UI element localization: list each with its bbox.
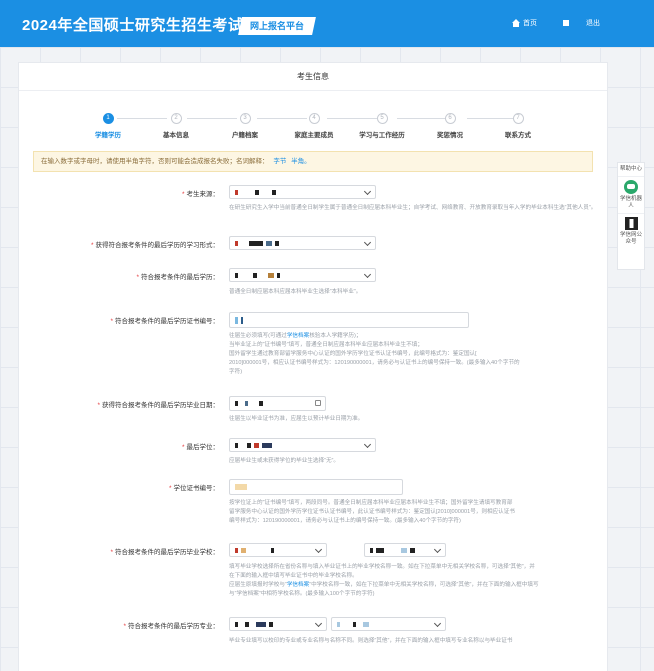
step-number: 3 (239, 113, 251, 124)
logout-label: 退出 (586, 20, 600, 27)
chevron-down-icon (363, 238, 372, 247)
page-title: 考生信息 (19, 63, 607, 91)
degree-type-select[interactable] (229, 438, 376, 452)
field-help: 应届毕业生或未获得学位的毕业生选择“无”。 (229, 458, 340, 464)
major-category-select[interactable] (229, 617, 327, 631)
step-5[interactable]: 5 学习与工作经历 (347, 113, 417, 139)
step-number: 4 (308, 113, 320, 124)
home-label: 首页 (523, 20, 537, 27)
robot-button[interactable]: 学信机器人 (618, 177, 644, 214)
wechat-account-label: 学信网公众号 (619, 232, 642, 245)
step-label: 奖惩情况 (437, 132, 463, 139)
field-label: * 学位证书编号： (168, 485, 219, 492)
step-1[interactable]: 1 学籍学历 (73, 113, 143, 139)
step-number: 2 (170, 113, 182, 124)
chevron-down-icon (314, 545, 323, 554)
help-center-button[interactable]: 帮助中心 (618, 163, 644, 177)
student-info-card: 考生信息 1 学籍学历 2 基本信息 3 户籍档案 4 家庭主要成员 5 学习与… (18, 62, 608, 671)
step-label: 家庭主要成员 (294, 132, 334, 139)
field-label: * 符合报考条件的最后学历毕业学校： (110, 549, 219, 556)
last-degree-select[interactable] (229, 268, 376, 282)
field-help: 在研生研究生入学中当前普通全日制学生属于普通全日制应届本科毕业生；自学考试、网络… (229, 205, 597, 211)
logout-link[interactable]: 退出 (563, 18, 600, 28)
input-notice: 在输入数字或字母时，请使用半角字符，否则可能会造成报名失败；名词解释： 字节 半… (33, 151, 593, 172)
xuexin-archive-link[interactable]: 学信档案 (287, 582, 309, 588)
field-help: 往届生必须填写(可通过学信档案核验本人学籍学历)； 当毕业证上的“证书编号”填写… (229, 333, 520, 375)
notice-link-halfwidth[interactable]: 半角。 (291, 158, 311, 165)
major-name-select[interactable] (331, 617, 446, 631)
step-number: 5 (376, 113, 388, 124)
field-label: * 获得符合报考条件的最后学历毕业日期： (97, 402, 219, 409)
xuexin-archive-link[interactable]: 学信档案 (287, 333, 309, 339)
chevron-down-icon (363, 187, 372, 196)
chevron-down-icon (433, 619, 442, 628)
field-label: * 最后学位： (181, 444, 219, 451)
school-name-select[interactable] (364, 543, 446, 557)
platform-badge: 网上报名平台 (238, 17, 316, 35)
step-number: 7 (512, 113, 524, 124)
chevron-down-icon (314, 619, 323, 628)
step-label: 学籍学历 (95, 132, 121, 139)
notice-link-byte[interactable]: 字节 (273, 158, 286, 165)
field-label: * 符合报考条件的最后学历专业： (123, 623, 219, 630)
step-label: 户籍档案 (232, 132, 258, 139)
step-4[interactable]: 4 家庭主要成员 (279, 113, 349, 139)
step-label: 学习与工作经历 (359, 132, 405, 139)
home-link[interactable]: 首页 (512, 18, 537, 28)
step-label: 联系方式 (505, 132, 531, 139)
qr-code-icon (624, 217, 638, 230)
platform-badge-label: 网上报名平台 (250, 21, 305, 31)
step-number: 6 (444, 113, 456, 124)
degree-cert-no-input[interactable] (229, 479, 403, 495)
field-help: 填写毕业学校选择所在省份名称与填入毕业证书上的毕业学校名称一致。如在下拉菜单中无… (229, 564, 539, 597)
calendar-icon (315, 400, 321, 406)
field-help: 毕业专业填写以校印的专业或专业名称与名称不同。则选择“其他”，并在下面的输入框中… (229, 638, 513, 644)
field-help: 普通全日制应届本科应届本科毕业生选择“本科毕业”。 (229, 289, 362, 295)
robot-label: 学信机器人 (619, 196, 642, 209)
step-3[interactable]: 3 户籍档案 (210, 113, 280, 139)
field-help: 往届生以毕业证书为准，应届生以预计毕业日期为准。 (229, 416, 364, 422)
field-label: * 符合报考条件的最后学历证书编号： (110, 318, 219, 325)
step-2[interactable]: 2 基本信息 (141, 113, 211, 139)
step-number: 1 (102, 113, 114, 124)
chevron-down-icon (363, 440, 372, 449)
chevron-down-icon (433, 545, 442, 554)
help-center-label: 帮助中心 (619, 166, 642, 172)
field-label: * 获得符合报考条件的最后学历的学习形式： (90, 242, 219, 249)
home-icon (512, 19, 520, 27)
logout-icon (563, 20, 569, 26)
top-header: 2024年全国硕士研究生招生考试 网上报名平台 首页 退出 (0, 0, 654, 47)
field-label: * 符合报考条件的最后学历： (136, 274, 219, 281)
grad-date-picker[interactable] (229, 396, 326, 411)
step-label: 基本信息 (163, 132, 189, 139)
field-label: * 考生来源： (181, 191, 219, 198)
site-title: 2024年全国硕士研究生招生考试 (22, 17, 244, 34)
chevron-down-icon (363, 270, 372, 279)
robot-icon (624, 180, 638, 194)
wechat-account-button[interactable]: 学信网公众号 (618, 214, 644, 249)
field-help: 按学位证上的“证书编号”填写，两段同号。普通全日制应届本科毕业应届本科毕业生不填… (229, 500, 515, 524)
step-7[interactable]: 7 联系方式 (483, 113, 553, 139)
step-6[interactable]: 6 奖惩情况 (415, 113, 485, 139)
source-select[interactable] (229, 185, 376, 199)
notice-text: 在输入数字或字母时，请使用半角字符，否则可能会造成报名失败；名词解释： (41, 158, 269, 165)
cert-no-input[interactable] (229, 312, 469, 328)
step-progress: 1 学籍学历 2 基本信息 3 户籍档案 4 家庭主要成员 5 学习与工作经历 … (19, 113, 609, 153)
school-province-select[interactable] (229, 543, 327, 557)
degree-form-select[interactable] (229, 236, 376, 250)
floating-sidebar: 帮助中心 学信机器人 学信网公众号 (617, 162, 645, 270)
